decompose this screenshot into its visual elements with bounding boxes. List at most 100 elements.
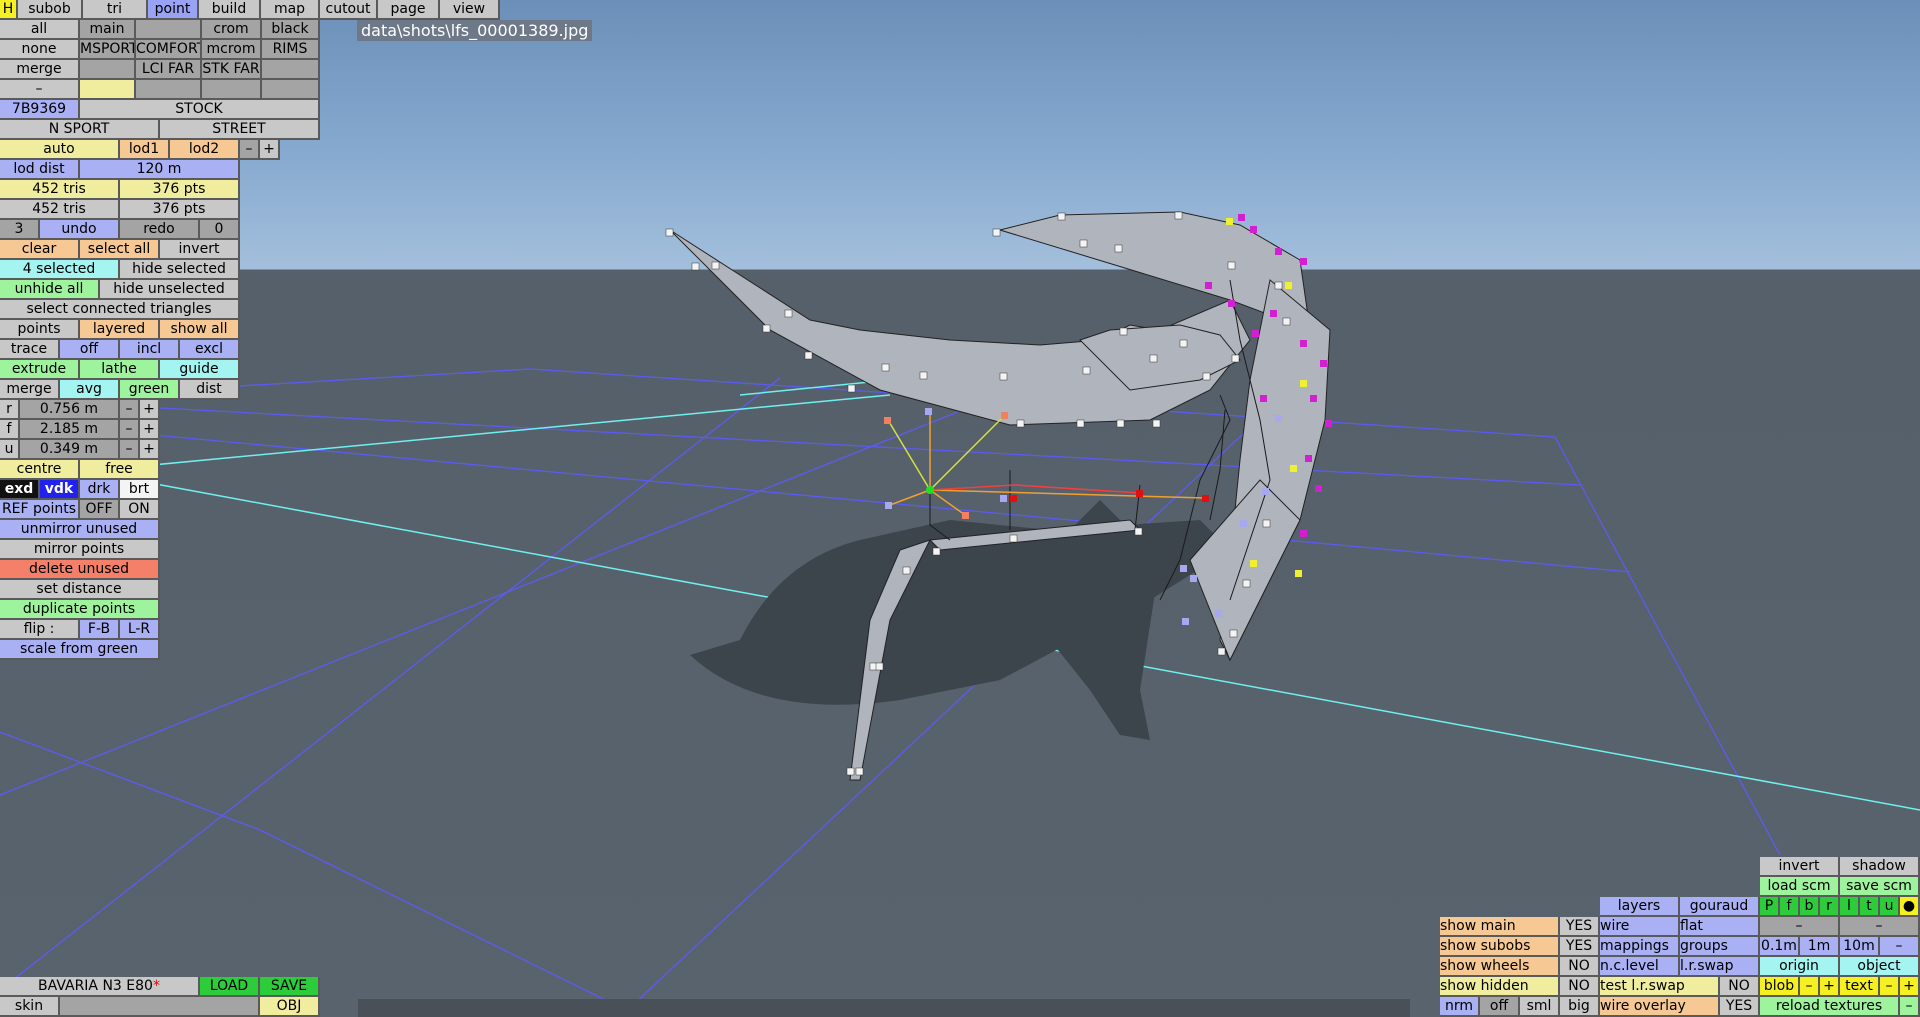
reload-textures-button[interactable]: reload textures xyxy=(1760,997,1900,1017)
trace-incl-button[interactable]: incl xyxy=(120,340,180,360)
tab-build[interactable]: build xyxy=(199,0,261,20)
points-mode-button[interactable]: points xyxy=(0,320,80,340)
duplicate-points-button[interactable]: duplicate points xyxy=(0,600,160,620)
save-scm-button[interactable]: save scm xyxy=(1840,877,1920,897)
dist-button[interactable]: dist xyxy=(180,380,240,400)
tab-map[interactable]: map xyxy=(261,0,320,20)
lod1-button[interactable]: lod1 xyxy=(120,140,170,160)
obj-button[interactable]: OBJ xyxy=(260,997,320,1017)
subob-blank-4[interactable] xyxy=(136,80,202,100)
load-button[interactable]: LOAD xyxy=(200,977,260,997)
big-button[interactable]: big xyxy=(1560,997,1600,1017)
subob-main[interactable]: main xyxy=(80,20,136,40)
off-button[interactable]: off xyxy=(1480,997,1520,1017)
view-l-button[interactable]: l xyxy=(1840,897,1860,917)
car-name[interactable]: BAVARIA N3 E80* xyxy=(0,977,200,997)
scale-from-green-button[interactable]: scale from green xyxy=(0,640,160,660)
set-distance-button[interactable]: set distance xyxy=(0,580,160,600)
groups-button[interactable]: groups xyxy=(1680,937,1760,957)
merge-points-button[interactable]: merge xyxy=(0,380,60,400)
step-minus-button[interactable]: – xyxy=(1880,937,1920,957)
flip-lr-button[interactable]: L-R xyxy=(120,620,160,640)
axis-f-minus[interactable]: – xyxy=(120,420,140,440)
subob-blank-5[interactable] xyxy=(202,80,262,100)
object-button[interactable]: object xyxy=(1840,957,1920,977)
show-hidden-toggle[interactable]: NO xyxy=(1560,977,1600,997)
tab-subob[interactable]: subob xyxy=(18,0,83,20)
flat-button[interactable]: flat xyxy=(1680,917,1760,937)
view-r-button[interactable]: r xyxy=(1820,897,1840,917)
shadow-button[interactable]: shadow xyxy=(1840,857,1920,877)
axis-f-value[interactable]: 2.185 m xyxy=(20,420,120,440)
clear-button[interactable]: clear xyxy=(0,240,80,260)
show-wheels-toggle[interactable]: NO xyxy=(1560,957,1600,977)
show-main-toggle[interactable]: YES xyxy=(1560,917,1600,937)
subob-blank-3[interactable] xyxy=(262,60,320,80)
lod2-button[interactable]: lod2 xyxy=(170,140,240,160)
subob-blank[interactable] xyxy=(136,20,202,40)
ref-off-button[interactable]: OFF xyxy=(80,500,120,520)
save-button[interactable]: SAVE xyxy=(260,977,320,997)
guide-button[interactable]: guide xyxy=(160,360,240,380)
delete-unused-button[interactable]: delete unused xyxy=(0,560,160,580)
subob-none[interactable]: none xyxy=(0,40,80,60)
trace-excl-button[interactable]: excl xyxy=(180,340,240,360)
view-b-button[interactable]: b xyxy=(1800,897,1820,917)
n-sport-button[interactable]: N SPORT xyxy=(0,120,160,140)
tab-cutout[interactable]: cutout xyxy=(320,0,378,20)
exd-button[interactable]: exd xyxy=(0,480,40,500)
test-lr-swap-toggle[interactable]: NO xyxy=(1720,977,1760,997)
subob-dash[interactable]: – xyxy=(0,80,80,100)
invert-button[interactable]: invert xyxy=(1760,857,1840,877)
subob-yellow-slot[interactable] xyxy=(80,80,136,100)
tab-view[interactable]: view xyxy=(440,0,500,20)
green-button[interactable]: green xyxy=(120,380,180,400)
drk-button[interactable]: drk xyxy=(80,480,120,500)
reload-minus-button[interactable]: – xyxy=(1900,997,1920,1017)
hide-selected-button[interactable]: hide selected xyxy=(120,260,240,280)
mappings-button[interactable]: mappings xyxy=(1600,937,1680,957)
unmirror-unused-button[interactable]: unmirror unused xyxy=(0,520,160,540)
axis-u-value[interactable]: 0.349 m xyxy=(20,440,120,460)
step-1m-button[interactable]: 1m xyxy=(1800,937,1840,957)
subob-stk-far[interactable]: STK FAR xyxy=(202,60,262,80)
origin-button[interactable]: origin xyxy=(1760,957,1840,977)
pivot-centre-button[interactable]: centre xyxy=(0,460,80,480)
mirror-points-button[interactable]: mirror points xyxy=(0,540,160,560)
blob-plus[interactable]: + xyxy=(1820,977,1840,997)
view-t-button[interactable]: t xyxy=(1860,897,1880,917)
dash-button-2[interactable]: – xyxy=(1840,917,1920,937)
axis-r-value[interactable]: 0.756 m xyxy=(20,400,120,420)
text-minus[interactable]: – xyxy=(1880,977,1900,997)
nrm-button[interactable]: nrm xyxy=(1440,997,1480,1017)
subob-lci-far[interactable]: LCI FAR xyxy=(136,60,202,80)
view-dot-button[interactable]: ● xyxy=(1900,897,1920,917)
sml-button[interactable]: sml xyxy=(1520,997,1560,1017)
lathe-button[interactable]: lathe xyxy=(80,360,160,380)
subob-rims[interactable]: RIMS xyxy=(262,40,320,60)
blob-minus[interactable]: – xyxy=(1800,977,1820,997)
text-plus[interactable]: + xyxy=(1900,977,1920,997)
subob-merge[interactable]: merge xyxy=(0,60,80,80)
view-p-button[interactable]: P xyxy=(1760,897,1780,917)
select-all-button[interactable]: select all xyxy=(80,240,160,260)
nc-level-button[interactable]: n.c.level xyxy=(1600,957,1680,977)
tab-point[interactable]: point xyxy=(148,0,199,20)
axis-u-minus[interactable]: – xyxy=(120,440,140,460)
redo-button[interactable]: redo xyxy=(120,220,200,240)
view-f-button[interactable]: f xyxy=(1780,897,1800,917)
undo-button[interactable]: undo xyxy=(40,220,120,240)
layered-button[interactable]: layered xyxy=(80,320,160,340)
gouraud-button[interactable]: gouraud xyxy=(1680,897,1760,917)
axis-u-plus[interactable]: + xyxy=(140,440,160,460)
avg-button[interactable]: avg xyxy=(60,380,120,400)
dash-button-1[interactable]: – xyxy=(1760,917,1840,937)
lr-swap-button[interactable]: l.r.swap xyxy=(1680,957,1760,977)
subob-all[interactable]: all xyxy=(0,20,80,40)
hide-unselected-button[interactable]: hide unselected xyxy=(100,280,240,300)
layers-button[interactable]: layers xyxy=(1600,897,1680,917)
extrude-button[interactable]: extrude xyxy=(0,360,80,380)
subob-msport[interactable]: MSPORT xyxy=(80,40,136,60)
lod-minus-button[interactable]: – xyxy=(240,140,260,160)
color-code-button[interactable]: 7B9369 xyxy=(0,100,80,120)
